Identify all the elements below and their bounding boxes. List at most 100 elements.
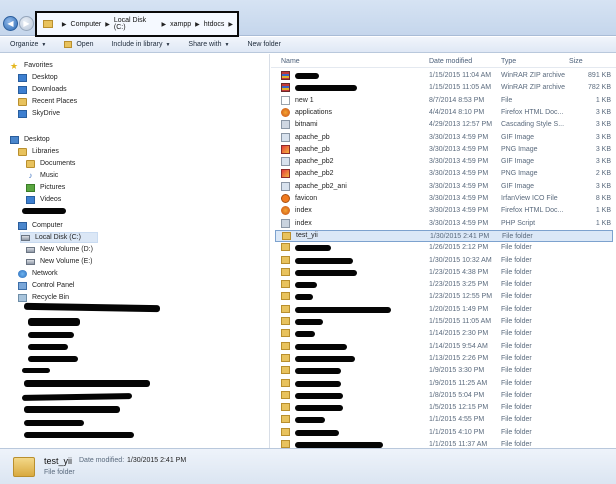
folder-icon [281,427,290,436]
crumb-local-disk[interactable]: Local Disk (C:) [114,17,158,31]
file-type: File folder [501,244,532,252]
nav-desktop-favorite[interactable]: Desktop [18,72,58,83]
file-row[interactable]: 1/15/2015 11:05 AM WinRAR ZIP archive 782 … [275,82,613,94]
nav-recent-places[interactable]: Recent Places [18,96,77,107]
file-list[interactable]: Name Date modified Type Size 1/15/2015 1… [271,54,616,448]
file-row[interactable]: favicon 3/30/2013 4:59 PM IrfanView ICO Fi… [275,193,613,205]
folder-row[interactable]: 1/13/2015 2:26 PM File folder [275,353,613,365]
nav-videos[interactable]: Videos [26,194,61,205]
folder-row[interactable]: 1/9/2015 3:30 PM File folder [275,365,613,377]
new-folder-button[interactable]: New folder [247,41,280,48]
file-name-cell: apache_pb2 [281,157,334,167]
nav-downloads[interactable]: Downloads [18,84,67,95]
folder-row[interactable]: 1/9/2015 11:25 AM File folder [275,378,613,390]
chevron-down-icon: ▼ [224,41,230,48]
nav-network[interactable]: Network [18,268,58,279]
nav-pictures[interactable]: Pictures [26,182,65,193]
nav-documents[interactable]: Documents [26,158,75,169]
file-row[interactable]: apache_pb 3/30/2013 4:59 PM GIF Image 3 KB [275,132,613,144]
network-icon [18,269,27,278]
file-name-cell [281,267,295,276]
file-date: 1/23/2015 3:25 PM [429,281,489,289]
folder-row[interactable]: 1/5/2015 12:15 PM File folder [275,402,613,414]
file-row[interactable]: applications 4/4/2014 8:10 PM Firefox HTML… [275,107,613,119]
file-name-cell: index [281,206,312,216]
file-row[interactable]: apache_pb2_ani 3/30/2013 4:59 PM GIF Image… [275,181,613,193]
folder-row[interactable]: 1/15/2015 11:05 AM File folder [275,316,613,328]
nav-recycle-bin[interactable]: Recycle Bin [18,292,69,303]
folder-row[interactable]: 1/26/2015 2:12 PM File folder [275,242,613,254]
folder-row[interactable]: 1/1/2015 4:10 PM File folder [275,427,613,439]
nav-control-panel[interactable]: Control Panel [18,280,74,291]
folder-row[interactable]: 1/20/2015 1:49 PM File folder [275,304,613,316]
chevron-right-icon[interactable]: ▶ [62,21,67,28]
include-in-library-button[interactable]: Include in library ▼ [111,41,170,48]
share-with-button[interactable]: Share with ▼ [188,41,229,48]
file-row[interactable]: apache_pb2 3/30/2013 4:59 PM PNG Image 2 KB [275,168,613,180]
file-row[interactable]: index 3/30/2013 4:59 PM Firefox HTML Doc..… [275,205,613,217]
nav-music[interactable]: ♪ Music [26,170,59,181]
file-row[interactable]: apache_pb2 3/30/2013 4:59 PM GIF Image 3 KB [275,156,613,168]
file-name: bitnami [295,121,318,129]
open-button[interactable]: Open [64,41,93,48]
nav-libraries[interactable]: Libraries [18,146,59,157]
desktop-icon [10,135,19,144]
file-row[interactable]: new 1 8/7/2014 8:53 PM File 1 KB [275,95,613,107]
nav-desktop[interactable]: Desktop [10,134,50,145]
folder-row[interactable]: 1/23/2015 3:25 PM File folder [275,279,613,291]
file-row[interactable]: bitnami 4/29/2013 12:57 PM Cascading Style… [275,119,613,131]
crumb-xampp[interactable]: xampp [170,21,191,28]
chevron-right-icon[interactable]: ▶ [105,21,110,28]
navigation-pane[interactable]: ★ Favorites Desktop Downloads Recent Pla… [0,54,270,448]
nav-label: Favorites [24,62,53,69]
folder-row[interactable]: 1/23/2015 4:38 PM File folder [275,267,613,279]
file-name-cell [281,440,295,448]
column-date-modified[interactable]: Date modified [429,58,472,65]
folder-row[interactable]: 1/1/2015 4:55 PM File folder [275,414,613,426]
file-size: 8 KB [595,195,611,202]
chevron-right-icon[interactable]: ▶ [195,21,200,28]
file-row[interactable]: 1/15/2015 11:04 AM WinRAR ZIP archive 891 … [275,70,613,82]
back-button[interactable]: ◀ [3,16,18,31]
folder-row[interactable]: 1/8/2015 5:04 PM File folder [275,390,613,402]
nav-new-volume-d[interactable]: New Volume (D:) [26,244,93,255]
file-name-cell [281,280,295,289]
nav-skydrive[interactable]: SkyDrive [18,108,60,119]
nav-computer[interactable]: Computer [18,220,63,231]
crumb-htdocs[interactable]: htdocs [204,21,225,28]
folder-row[interactable]: 1/1/2015 11:37 AM File folder [275,439,613,448]
recent-places-icon [18,97,27,106]
nav-favorites[interactable]: ★ Favorites [10,60,53,71]
folder-row[interactable]: 1/14/2015 9:54 AM File folder [275,341,613,353]
folder-row[interactable]: 1/23/2015 12:55 PM File folder [275,291,613,303]
organize-button[interactable]: Organize ▼ [10,41,46,48]
file-row[interactable]: index 3/30/2013 4:59 PM PHP Script 1 KB [275,218,613,230]
column-name[interactable]: Name [281,58,300,65]
redaction-mark [28,356,78,362]
folder-row[interactable]: 1/30/2015 10:32 AM File folder [275,255,613,267]
file-type: Firefox HTML Doc... [501,108,564,116]
redaction-mark [295,405,343,412]
address-bar[interactable]: ▶ Computer ▶ Local Disk (C:) ▶ xampp ▶ h… [35,11,239,37]
file-row[interactable]: apache_pb 3/30/2013 4:59 PM PNG Image 3 KB [275,144,613,156]
folder-icon [281,366,290,375]
file-date: 1/30/2015 10:32 AM [429,256,492,264]
redaction-mark [23,302,161,313]
folder-row[interactable]: test_yii 1/30/2015 2:41 PM File folder [275,229,613,242]
file-date: 1/14/2015 9:54 AM [429,342,488,350]
file-date: 1/20/2015 1:49 PM [429,305,489,313]
gif-icon [281,132,290,142]
chevron-right-icon[interactable]: ▶ [161,21,166,28]
file-size: 3 KB [595,145,611,153]
forward-button[interactable]: ▶ [19,16,34,31]
column-size[interactable]: Size [569,58,583,65]
column-type[interactable]: Type [501,58,516,65]
file-name: index [295,219,312,227]
folder-icon [281,353,290,362]
nav-local-disk-c[interactable]: Local Disk (C:) [20,232,98,243]
chevron-right-icon[interactable]: ▶ [228,21,233,28]
crumb-computer[interactable]: Computer [71,21,102,28]
folder-row[interactable]: 1/14/2015 2:30 PM File folder [275,328,613,340]
nav-new-volume-e[interactable]: New Volume (E:) [26,256,93,267]
redaction-mark [295,269,357,276]
